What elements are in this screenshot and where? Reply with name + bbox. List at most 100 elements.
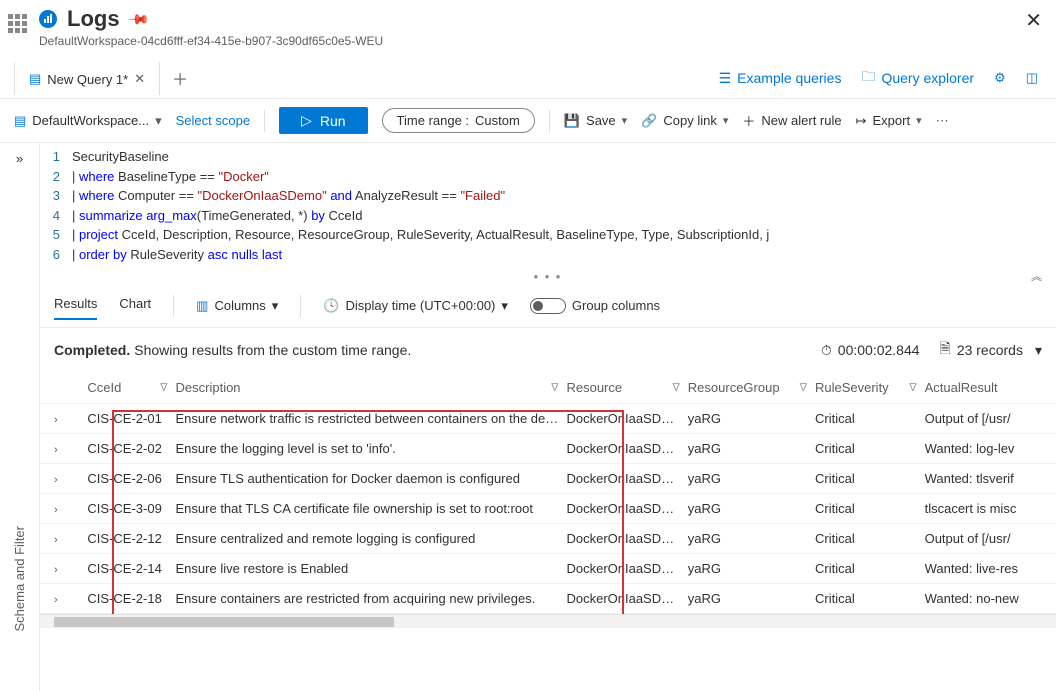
cell-cceid: CIS-CE-2-12 bbox=[87, 531, 175, 546]
filter-icon[interactable]: ∇ bbox=[672, 381, 679, 394]
expand-row-icon[interactable]: › bbox=[54, 444, 58, 456]
table-row[interactable]: ›CIS-CE-2-14Ensure live restore is Enabl… bbox=[40, 554, 1056, 584]
example-queries-button[interactable]: ☰ Example queries bbox=[719, 70, 842, 87]
export-button[interactable]: ↦Export▾ bbox=[856, 113, 922, 129]
select-scope-link[interactable]: Select scope bbox=[176, 113, 250, 128]
list-icon: ☰ bbox=[719, 70, 732, 87]
scope-display: DefaultWorkspace... bbox=[32, 113, 149, 128]
expand-row-icon[interactable]: › bbox=[54, 414, 58, 426]
cell-cceid: CIS-CE-2-02 bbox=[87, 441, 175, 456]
run-button[interactable]: ▷Run bbox=[279, 107, 367, 134]
query-tabs: ▤ New Query 1* ✕ ＋ ☰ Example queries 🗀 Que… bbox=[0, 58, 1056, 99]
cell-actualresult: Wanted: no-new bbox=[925, 591, 1042, 606]
columns-button[interactable]: ▥Columns▾ bbox=[196, 298, 278, 314]
cell-cceid: CIS-CE-3-09 bbox=[87, 501, 175, 516]
table-row[interactable]: ›CIS-CE-3-09Ensure that TLS CA certifica… bbox=[40, 494, 1056, 524]
panel-icon[interactable]: ◫ bbox=[1026, 70, 1038, 86]
copy-link-button[interactable]: 🔗Copy link▾ bbox=[641, 113, 728, 129]
clock-icon: 🕓 bbox=[323, 298, 339, 314]
cell-actualresult: Output of [/usr/ bbox=[925, 531, 1042, 546]
cell-resource: DockerOnIaaSDemo bbox=[566, 591, 687, 606]
horizontal-scrollbar[interactable] bbox=[40, 614, 1056, 628]
resize-handle[interactable]: ● ● ●︽ bbox=[40, 268, 1056, 284]
chevron-down-icon: ▾ bbox=[155, 113, 162, 129]
cell-cceid: CIS-CE-2-01 bbox=[87, 411, 175, 426]
cell-resource: DockerOnIaaSDemo bbox=[566, 411, 687, 426]
status-summary: Showing results from the custom time ran… bbox=[134, 342, 411, 358]
scope-dropdown[interactable]: ▤ DefaultWorkspace... ▾ bbox=[14, 113, 162, 129]
overflow-menu[interactable]: ⋯ bbox=[936, 113, 950, 129]
query-editor[interactable]: 1SecurityBaseline2| where BaselineType =… bbox=[40, 143, 1056, 268]
tab-chart[interactable]: Chart bbox=[119, 292, 151, 319]
table-row[interactable]: › CIS-CE-2-12Ensure centralized and remot… bbox=[40, 524, 1056, 554]
sidebar-label: Schema and Filter bbox=[12, 526, 27, 632]
cell-ruleseverity: Critical bbox=[815, 591, 925, 606]
save-button[interactable]: 💾Save▾ bbox=[564, 113, 627, 129]
table-row[interactable]: ›CIS-CE-2-18Ensure containers are restri… bbox=[40, 584, 1056, 614]
pin-icon[interactable]: 📌 bbox=[126, 7, 150, 31]
chevron-down-icon: ▾ bbox=[622, 114, 628, 127]
group-columns-toggle[interactable]: Group columns bbox=[530, 298, 660, 314]
time-range-label: Time range : bbox=[397, 113, 470, 128]
example-queries-label: Example queries bbox=[737, 70, 841, 86]
cell-ruleseverity: Critical bbox=[815, 501, 925, 516]
save-icon: 💾 bbox=[564, 113, 580, 129]
query-toolbar: ▤ DefaultWorkspace... ▾ Select scope ▷Ru… bbox=[0, 99, 1056, 143]
export-icon: ↦ bbox=[856, 113, 867, 129]
expand-row-icon[interactable]: › bbox=[54, 504, 58, 516]
export-label: Export bbox=[873, 113, 911, 128]
folder-icon: 🗀 bbox=[861, 66, 875, 90]
filter-icon[interactable]: ∇ bbox=[909, 381, 916, 394]
toggle-switch[interactable] bbox=[530, 298, 566, 314]
plus-icon: ＋ bbox=[742, 111, 755, 130]
new-alert-button[interactable]: ＋New alert rule bbox=[742, 111, 841, 130]
cell-description: Ensure containers are restricted from ac… bbox=[176, 591, 567, 606]
cell-ruleseverity: Critical bbox=[815, 441, 925, 456]
query-explorer-label: Query explorer bbox=[881, 70, 974, 86]
expand-row-icon[interactable]: › bbox=[54, 564, 58, 576]
col-ruleseverity[interactable]: RuleSeverity∇ bbox=[815, 380, 925, 395]
display-time-label: Display time (UTC+00:00) bbox=[345, 298, 495, 313]
col-resource[interactable]: Resource∇ bbox=[566, 380, 687, 395]
copy-link-label: Copy link bbox=[663, 113, 716, 128]
cell-resource: DockerOnIaaSDemo bbox=[566, 471, 687, 486]
settings-icon[interactable]: ⚙ bbox=[994, 70, 1006, 86]
expand-sidebar-button[interactable]: » bbox=[16, 151, 23, 166]
col-resourcegroup[interactable]: ResourceGroup∇ bbox=[688, 380, 815, 395]
expand-row-icon[interactable]: › bbox=[54, 534, 58, 546]
run-label: Run bbox=[320, 113, 346, 129]
cell-resourcegroup: yaRG bbox=[688, 591, 815, 606]
time-range-button[interactable]: Time range :Custom bbox=[382, 108, 535, 133]
expand-row-icon[interactable]: › bbox=[54, 594, 58, 606]
cell-description: Ensure centralized and remote logging is… bbox=[176, 531, 567, 546]
col-description[interactable]: Description∇ bbox=[176, 380, 567, 395]
divider bbox=[300, 295, 301, 317]
cell-ruleseverity: Critical bbox=[815, 531, 925, 546]
table-row[interactable]: ›CIS-CE-2-06Ensure TLS authentication fo… bbox=[40, 464, 1056, 494]
close-tab-icon[interactable]: ✕ bbox=[134, 71, 145, 87]
col-cceid[interactable]: CceId∇ bbox=[87, 380, 175, 395]
cell-resource: DockerOnIaaSDemo bbox=[566, 531, 687, 546]
display-time-button[interactable]: 🕓Display time (UTC+00:00)▾ bbox=[323, 298, 508, 314]
table-header: CceId∇ Description∇ Resource∇ ResourceGr… bbox=[40, 372, 1056, 404]
col-actualresult[interactable]: ActualResult bbox=[925, 380, 1042, 395]
close-icon[interactable]: ✕ bbox=[1025, 8, 1042, 33]
table-row[interactable]: ›CIS-CE-2-02Ensure the logging level is … bbox=[40, 434, 1056, 464]
cell-ruleseverity: Critical bbox=[815, 471, 925, 486]
cell-resourcegroup: yaRG bbox=[688, 411, 815, 426]
status-completed: Completed. bbox=[54, 342, 130, 358]
tab-results[interactable]: Results bbox=[54, 292, 97, 319]
cell-resource: DockerOnIaaSDemo bbox=[566, 441, 687, 456]
expand-row-icon[interactable]: › bbox=[54, 474, 58, 486]
filter-icon[interactable]: ∇ bbox=[800, 381, 807, 394]
query-explorer-button[interactable]: 🗀 Query explorer bbox=[861, 66, 974, 90]
filter-icon[interactable]: ∇ bbox=[160, 381, 167, 394]
workspace-icon bbox=[8, 14, 27, 33]
tab-new-query[interactable]: ▤ New Query 1* ✕ bbox=[14, 61, 160, 95]
cell-actualresult: Wanted: live-res bbox=[925, 561, 1042, 576]
chevron-down-icon[interactable]: ▾ bbox=[1035, 342, 1042, 359]
add-tab-button[interactable]: ＋ bbox=[160, 58, 200, 98]
filter-icon[interactable]: ∇ bbox=[551, 381, 558, 394]
chevron-up-icon[interactable]: ︽ bbox=[1031, 268, 1042, 284]
table-row[interactable]: ›CIS-CE-2-01Ensure network traffic is re… bbox=[40, 404, 1056, 434]
